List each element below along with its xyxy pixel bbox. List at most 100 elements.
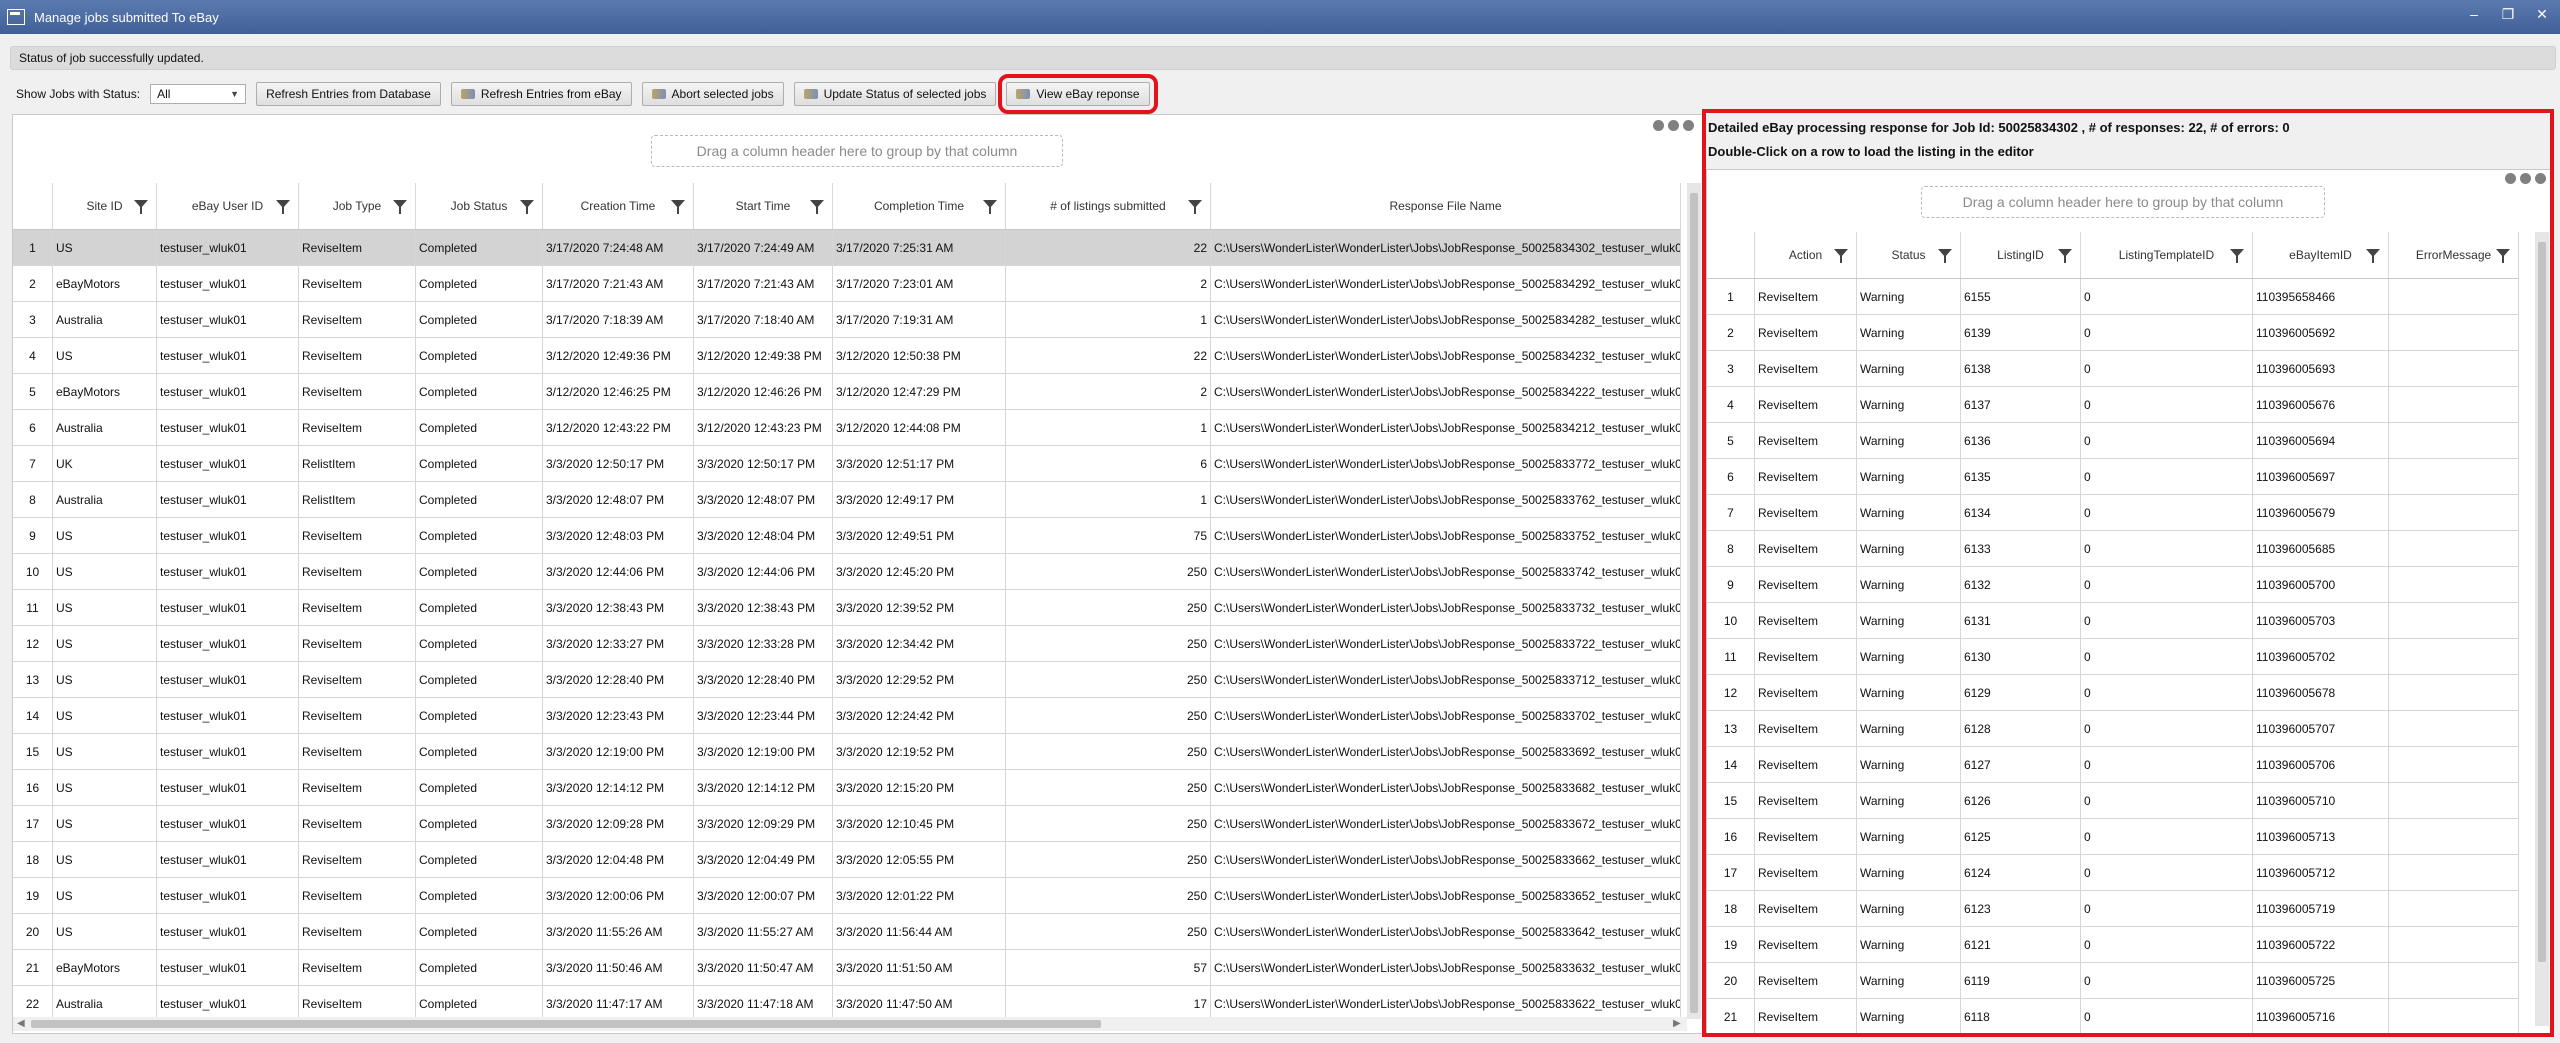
filter-funnel-icon[interactable] (2496, 249, 2510, 263)
response-table-cell: 0 (2081, 783, 2253, 818)
jobs-table-row[interactable]: 18 US testuser_wluk01 ReviseItem Completed 3/… (13, 842, 1681, 878)
jobs-table-row[interactable]: 7 UK testuser_wluk01 RelistItem Completed 3/3… (13, 446, 1681, 482)
filter-funnel-icon[interactable] (1188, 200, 1202, 214)
response-column-header[interactable]: ListingID (1961, 232, 2081, 278)
jobs-column-header[interactable]: eBay User ID (157, 183, 299, 229)
jobs-table-row[interactable]: 21 eBayMotors testuser_wluk01 ReviseItem Com… (13, 950, 1681, 986)
jobs-table-row[interactable]: 5 eBayMotors testuser_wluk01 ReviseItem Comp… (13, 374, 1681, 410)
jobs-table-row[interactable]: 15 US testuser_wluk01 ReviseItem Completed 3/… (13, 734, 1681, 770)
jobs-column-header[interactable]: Site ID (53, 183, 157, 229)
response-vertical-scrollbar[interactable] (2535, 232, 2549, 1026)
jobs-column-header[interactable]: Response File Name (1211, 183, 1681, 229)
filter-funnel-icon[interactable] (2366, 249, 2380, 263)
response-header-row: Action Status ListingID ListingTemplateID eB… (1707, 232, 2519, 279)
response-table-row[interactable]: 14 ReviseItem Warning 6127 0 110396005706 (1707, 747, 2519, 783)
response-column-header[interactable]: ListingTemplateID (2081, 232, 2253, 278)
response-table-row[interactable]: 10 ReviseItem Warning 6131 0 110396005703 (1707, 603, 2519, 639)
jobs-column-header[interactable]: Start Time (694, 183, 833, 229)
view-ebay-response-button[interactable]: View eBay reponse (998, 74, 1158, 114)
jobs-column-header[interactable]: Job Status (416, 183, 543, 229)
response-table-row[interactable]: 2 ReviseItem Warning 6139 0 110396005692 (1707, 315, 2519, 351)
filter-funnel-icon[interactable] (276, 200, 290, 214)
filter-funnel-icon[interactable] (393, 200, 407, 214)
filter-funnel-icon[interactable] (2058, 249, 2072, 263)
jobs-table-row[interactable]: 12 US testuser_wluk01 ReviseItem Completed 3/… (13, 626, 1681, 662)
jobs-table-row[interactable]: 17 US testuser_wluk01 ReviseItem Completed 3/… (13, 806, 1681, 842)
response-table-row[interactable]: 17 ReviseItem Warning 6124 0 110396005712 (1707, 855, 2519, 891)
jobs-table-row[interactable]: 9 US testuser_wluk01 ReviseItem Completed 3/3… (13, 518, 1681, 554)
jobs-column-header[interactable]: Completion Time (833, 183, 1006, 229)
jobs-table-row[interactable]: 3 Australia testuser_wluk01 ReviseItem Compl… (13, 302, 1681, 338)
response-table-cell: 110396005710 (2253, 783, 2389, 818)
response-table-row[interactable]: 6 ReviseItem Warning 6135 0 110396005697 (1707, 459, 2519, 495)
refresh-database-button[interactable]: Refresh Entries from Database (256, 82, 441, 106)
response-table-row[interactable]: 3 ReviseItem Warning 6138 0 110396005693 (1707, 351, 2519, 387)
jobs-table-cell: 3/17/2020 7:21:43 AM (543, 266, 694, 301)
filter-funnel-icon[interactable] (520, 200, 534, 214)
jobs-table-row[interactable]: 13 US testuser_wluk01 ReviseItem Completed 3/… (13, 662, 1681, 698)
response-group-by-zone[interactable]: Drag a column header here to group by th… (1921, 186, 2325, 218)
response-table-row[interactable]: 18 ReviseItem Warning 6123 0 110396005719 (1707, 891, 2519, 927)
response-table-row[interactable]: 5 ReviseItem Warning 6136 0 110396005694 (1707, 423, 2519, 459)
response-table-row[interactable]: 9 ReviseItem Warning 6132 0 110396005700 (1707, 567, 2519, 603)
abort-jobs-button[interactable]: Abort selected jobs (641, 82, 784, 106)
response-table-row[interactable]: 12 ReviseItem Warning 6129 0 110396005678 (1707, 675, 2519, 711)
jobs-table-row[interactable]: 20 US testuser_wluk01 ReviseItem Completed 3/… (13, 914, 1681, 950)
minimize-icon[interactable]: – (2464, 6, 2484, 23)
filter-funnel-icon[interactable] (983, 200, 997, 214)
jobs-table-cell: 3/3/2020 12:19:00 PM (694, 734, 833, 769)
jobs-vertical-scrollbar[interactable] (1687, 183, 1701, 1019)
response-column-header[interactable]: eBayItemID (2253, 232, 2389, 278)
response-column-header[interactable]: Status (1857, 232, 1961, 278)
refresh-ebay-button[interactable]: Refresh Entries from eBay (450, 82, 632, 106)
filter-funnel-icon[interactable] (1938, 249, 1952, 263)
jobs-column-header[interactable]: Creation Time (543, 183, 694, 229)
filter-funnel-icon[interactable] (671, 200, 685, 214)
group-by-zone[interactable]: Drag a column header here to group by th… (651, 135, 1063, 167)
response-table-row[interactable]: 8 ReviseItem Warning 6133 0 110396005685 (1707, 531, 2519, 567)
response-table-row[interactable]: 16 ReviseItem Warning 6125 0 110396005713 (1707, 819, 2519, 855)
jobs-table-row[interactable]: 19 US testuser_wluk01 ReviseItem Completed 3/… (13, 878, 1681, 914)
jobs-table-row[interactable]: 2 eBayMotors testuser_wluk01 ReviseItem Comp… (13, 266, 1681, 302)
response-table-cell: ReviseItem (1755, 963, 1857, 998)
response-table-row[interactable]: 15 ReviseItem Warning 6126 0 110396005710 (1707, 783, 2519, 819)
jobs-table-row[interactable]: 4 US testuser_wluk01 ReviseItem Completed 3/1… (13, 338, 1681, 374)
response-table-row[interactable]: 1 ReviseItem Warning 6155 0 110395658466 (1707, 279, 2519, 315)
response-table-row[interactable]: 21 ReviseItem Warning 6118 0 110396005716 (1707, 999, 2519, 1033)
response-table-cell: 4 (1707, 387, 1755, 422)
filter-funnel-icon[interactable] (2230, 249, 2244, 263)
jobs-table-row[interactable]: 14 US testuser_wluk01 ReviseItem Completed 3/… (13, 698, 1681, 734)
maximize-icon[interactable]: ❐ (2498, 6, 2518, 23)
response-table-row[interactable]: 20 ReviseItem Warning 6119 0 110396005725 (1707, 963, 2519, 999)
filter-funnel-icon[interactable] (1834, 249, 1848, 263)
jobs-table-cell: 3/3/2020 11:50:46 AM (543, 950, 694, 985)
status-filter-select[interactable]: All ▼ (150, 84, 247, 104)
grid-options-dots[interactable] (1653, 120, 1694, 131)
response-table-row[interactable]: 13 ReviseItem Warning 6128 0 110396005707 (1707, 711, 2519, 747)
jobs-table-cell: ReviseItem (299, 770, 416, 805)
response-table-row[interactable]: 7 ReviseItem Warning 6134 0 110396005679 (1707, 495, 2519, 531)
jobs-table-cell: 22 (13, 986, 53, 1021)
jobs-horizontal-scrollbar[interactable]: ◀ ▶ (13, 1017, 1687, 1031)
jobs-table-cell: 3/3/2020 12:50:17 PM (694, 446, 833, 481)
response-table-row[interactable]: 19 ReviseItem Warning 6121 0 110396005722 (1707, 927, 2519, 963)
jobs-column-header[interactable]: Job Type (299, 183, 416, 229)
jobs-table-row[interactable]: 8 Australia testuser_wluk01 RelistItem Compl… (13, 482, 1681, 518)
jobs-column-header[interactable]: # of listings submitted (1006, 183, 1211, 229)
jobs-table-row[interactable]: 6 Australia testuser_wluk01 ReviseItem Compl… (13, 410, 1681, 446)
jobs-table-row[interactable]: 11 US testuser_wluk01 ReviseItem Completed 3/… (13, 590, 1681, 626)
response-column-header[interactable]: ErrorMessage (2389, 232, 2519, 278)
response-table-row[interactable]: 11 ReviseItem Warning 6130 0 110396005702 (1707, 639, 2519, 675)
update-status-button[interactable]: Update Status of selected jobs (793, 82, 997, 106)
close-icon[interactable]: ✕ (2532, 6, 2552, 23)
response-table-row[interactable]: 4 ReviseItem Warning 6137 0 110396005676 (1707, 387, 2519, 423)
jobs-table-cell: 15 (13, 734, 53, 769)
jobs-table-row[interactable]: 16 US testuser_wluk01 ReviseItem Completed 3/… (13, 770, 1681, 806)
jobs-table-row[interactable]: 10 US testuser_wluk01 ReviseItem Completed 3/… (13, 554, 1681, 590)
jobs-table-cell: testuser_wluk01 (157, 842, 299, 877)
jobs-table-row[interactable]: 1 US testuser_wluk01 ReviseItem Completed 3/1… (13, 230, 1681, 266)
filter-funnel-icon[interactable] (810, 200, 824, 214)
response-column-header[interactable]: Action (1755, 232, 1857, 278)
filter-funnel-icon[interactable] (134, 200, 148, 214)
response-grid-options-dots[interactable] (2505, 173, 2546, 184)
